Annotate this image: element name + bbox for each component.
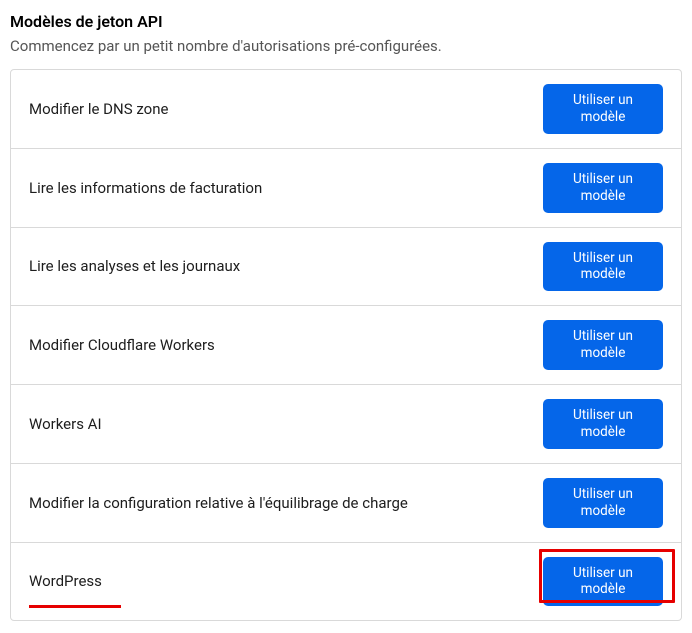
button-label-line2: modèle xyxy=(557,424,649,441)
template-row: Modifier Cloudflare Workers Utiliser un … xyxy=(11,306,681,385)
use-template-button-wordpress[interactable]: Utiliser un modèle xyxy=(543,557,663,607)
page-title: Modèles de jeton API xyxy=(10,12,682,31)
use-template-button-load-balancing[interactable]: Utiliser un modèle xyxy=(543,478,663,528)
button-label-line2: modèle xyxy=(557,109,649,126)
template-label-workers: Modifier Cloudflare Workers xyxy=(29,336,215,354)
use-template-button-dns[interactable]: Utiliser un modèle xyxy=(543,84,663,134)
button-label-line1: Utiliser un xyxy=(557,250,649,267)
button-label-line1: Utiliser un xyxy=(557,92,649,109)
template-list: Modifier le DNS zone Utiliser un modèle … xyxy=(10,69,682,621)
use-template-button-billing[interactable]: Utiliser un modèle xyxy=(543,163,663,213)
use-template-button-analytics[interactable]: Utiliser un modèle xyxy=(543,242,663,292)
button-label-line2: modèle xyxy=(557,503,649,520)
page-subtitle: Commencez par un petit nombre d'autorisa… xyxy=(10,37,682,55)
button-label-line2: modèle xyxy=(557,188,649,205)
button-label-line1: Utiliser un xyxy=(557,486,649,503)
template-row: WordPress Utiliser un modèle xyxy=(11,543,681,621)
button-label-line2: modèle xyxy=(557,581,649,598)
use-template-button-workers-ai[interactable]: Utiliser un modèle xyxy=(543,399,663,449)
button-label-line2: modèle xyxy=(557,345,649,362)
template-row: Workers AI Utiliser un modèle xyxy=(11,385,681,464)
template-label-billing: Lire les informations de facturation xyxy=(29,179,262,197)
template-label-analytics: Lire les analyses et les journaux xyxy=(29,257,240,275)
button-label-line1: Utiliser un xyxy=(557,171,649,188)
template-row: Lire les analyses et les journaux Utilis… xyxy=(11,228,681,307)
template-label-load-balancing: Modifier la configuration relative à l'é… xyxy=(29,494,408,512)
template-row: Modifier le DNS zone Utiliser un modèle xyxy=(11,70,681,149)
template-row: Lire les informations de facturation Uti… xyxy=(11,149,681,228)
use-template-button-workers[interactable]: Utiliser un modèle xyxy=(543,320,663,370)
template-label-workers-ai: Workers AI xyxy=(29,415,102,433)
annotation-underline xyxy=(29,605,121,608)
button-label-line1: Utiliser un xyxy=(557,407,649,424)
template-label-dns: Modifier le DNS zone xyxy=(29,100,168,118)
button-label-line2: modèle xyxy=(557,266,649,283)
button-label-line1: Utiliser un xyxy=(557,328,649,345)
template-row: Modifier la configuration relative à l'é… xyxy=(11,464,681,543)
template-label-wordpress: WordPress xyxy=(29,572,102,590)
button-label-line1: Utiliser un xyxy=(557,565,649,582)
